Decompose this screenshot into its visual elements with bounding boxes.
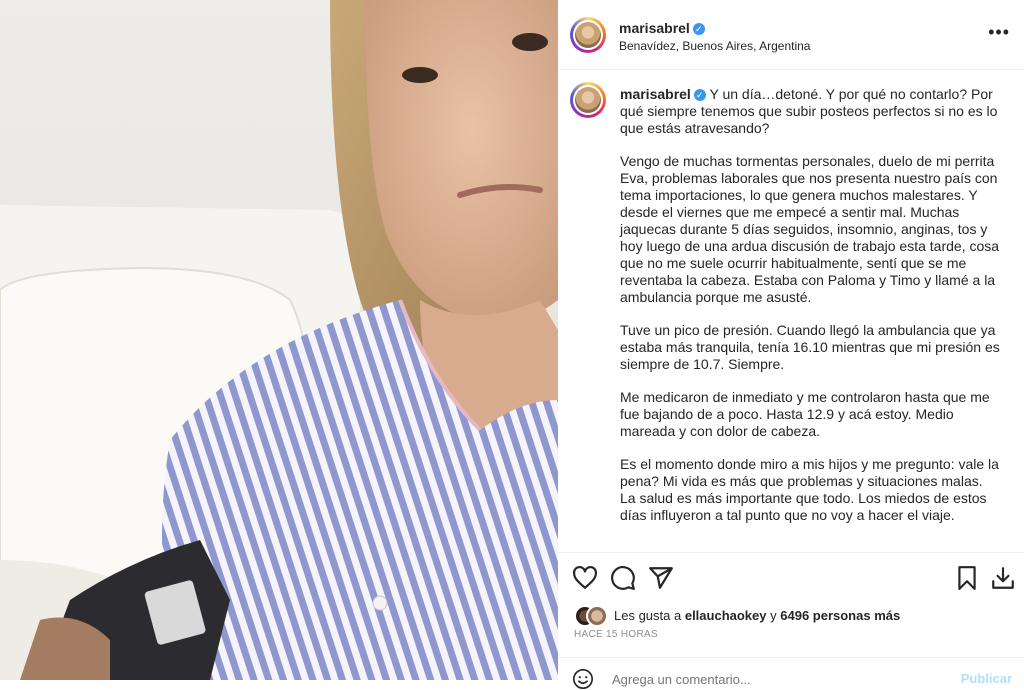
comment-bar: Publicar: [558, 657, 1024, 690]
emoji-icon[interactable]: [572, 668, 594, 690]
caption-paragraph: Es el momento donde miro a mis hijos y m…: [620, 456, 999, 523]
post-timestamp[interactable]: HACE 15 HORAS: [574, 629, 658, 640]
caption-paragraph: Me medicaron de inmediato y me controlar…: [620, 389, 990, 439]
caption-scroll-area[interactable]: marisabrel ✓ Y un día…detoné. Y por qué n…: [558, 70, 1024, 552]
caption-paragraph: Vengo de muchas tormentas personales, du…: [620, 153, 1000, 305]
username-link[interactable]: marisabrel: [619, 20, 690, 36]
location-link[interactable]: Benavídez, Buenos Aires, Argentina: [619, 39, 810, 53]
publish-button[interactable]: Publicar: [961, 671, 1012, 686]
comment-input[interactable]: [610, 668, 934, 690]
more-options-icon[interactable]: •••: [988, 22, 1010, 43]
liker-username[interactable]: ellauchaokey: [685, 608, 767, 623]
heart-icon[interactable]: [572, 565, 598, 591]
caption-avatar[interactable]: [570, 82, 606, 118]
likes-count-link[interactable]: 6496 personas más: [780, 608, 900, 623]
post-image: [0, 0, 558, 680]
post-header: marisabrel ✓ Benavídez, Buenos Aires, Arg…: [558, 0, 1024, 70]
action-bar: Les gusta a ellauchaokey y 6496 personas…: [558, 552, 1024, 690]
share-icon[interactable]: [648, 565, 674, 591]
avatar[interactable]: [570, 17, 606, 53]
caption-paragraph: Tuve un pico de presión. Cuando llegó la…: [620, 322, 1000, 372]
liker-avatar: [586, 605, 608, 627]
likes-joiner: y: [770, 608, 777, 623]
verified-badge-icon: ✓: [692, 23, 705, 35]
caption-username[interactable]: marisabrel: [620, 86, 691, 102]
caption-text: marisabrel ✓ Y un día…detoné. Y por qué n…: [620, 86, 1000, 540]
download-icon[interactable]: [990, 565, 1016, 591]
comment-icon[interactable]: [610, 565, 636, 591]
post-photo[interactable]: [0, 0, 558, 680]
bookmark-icon[interactable]: [954, 565, 980, 591]
verified-badge-icon: ✓: [693, 89, 706, 101]
post-sidebar: marisabrel ✓ Benavídez, Buenos Aires, Arg…: [558, 0, 1024, 690]
likes-prefix: Les gusta a: [614, 608, 682, 623]
